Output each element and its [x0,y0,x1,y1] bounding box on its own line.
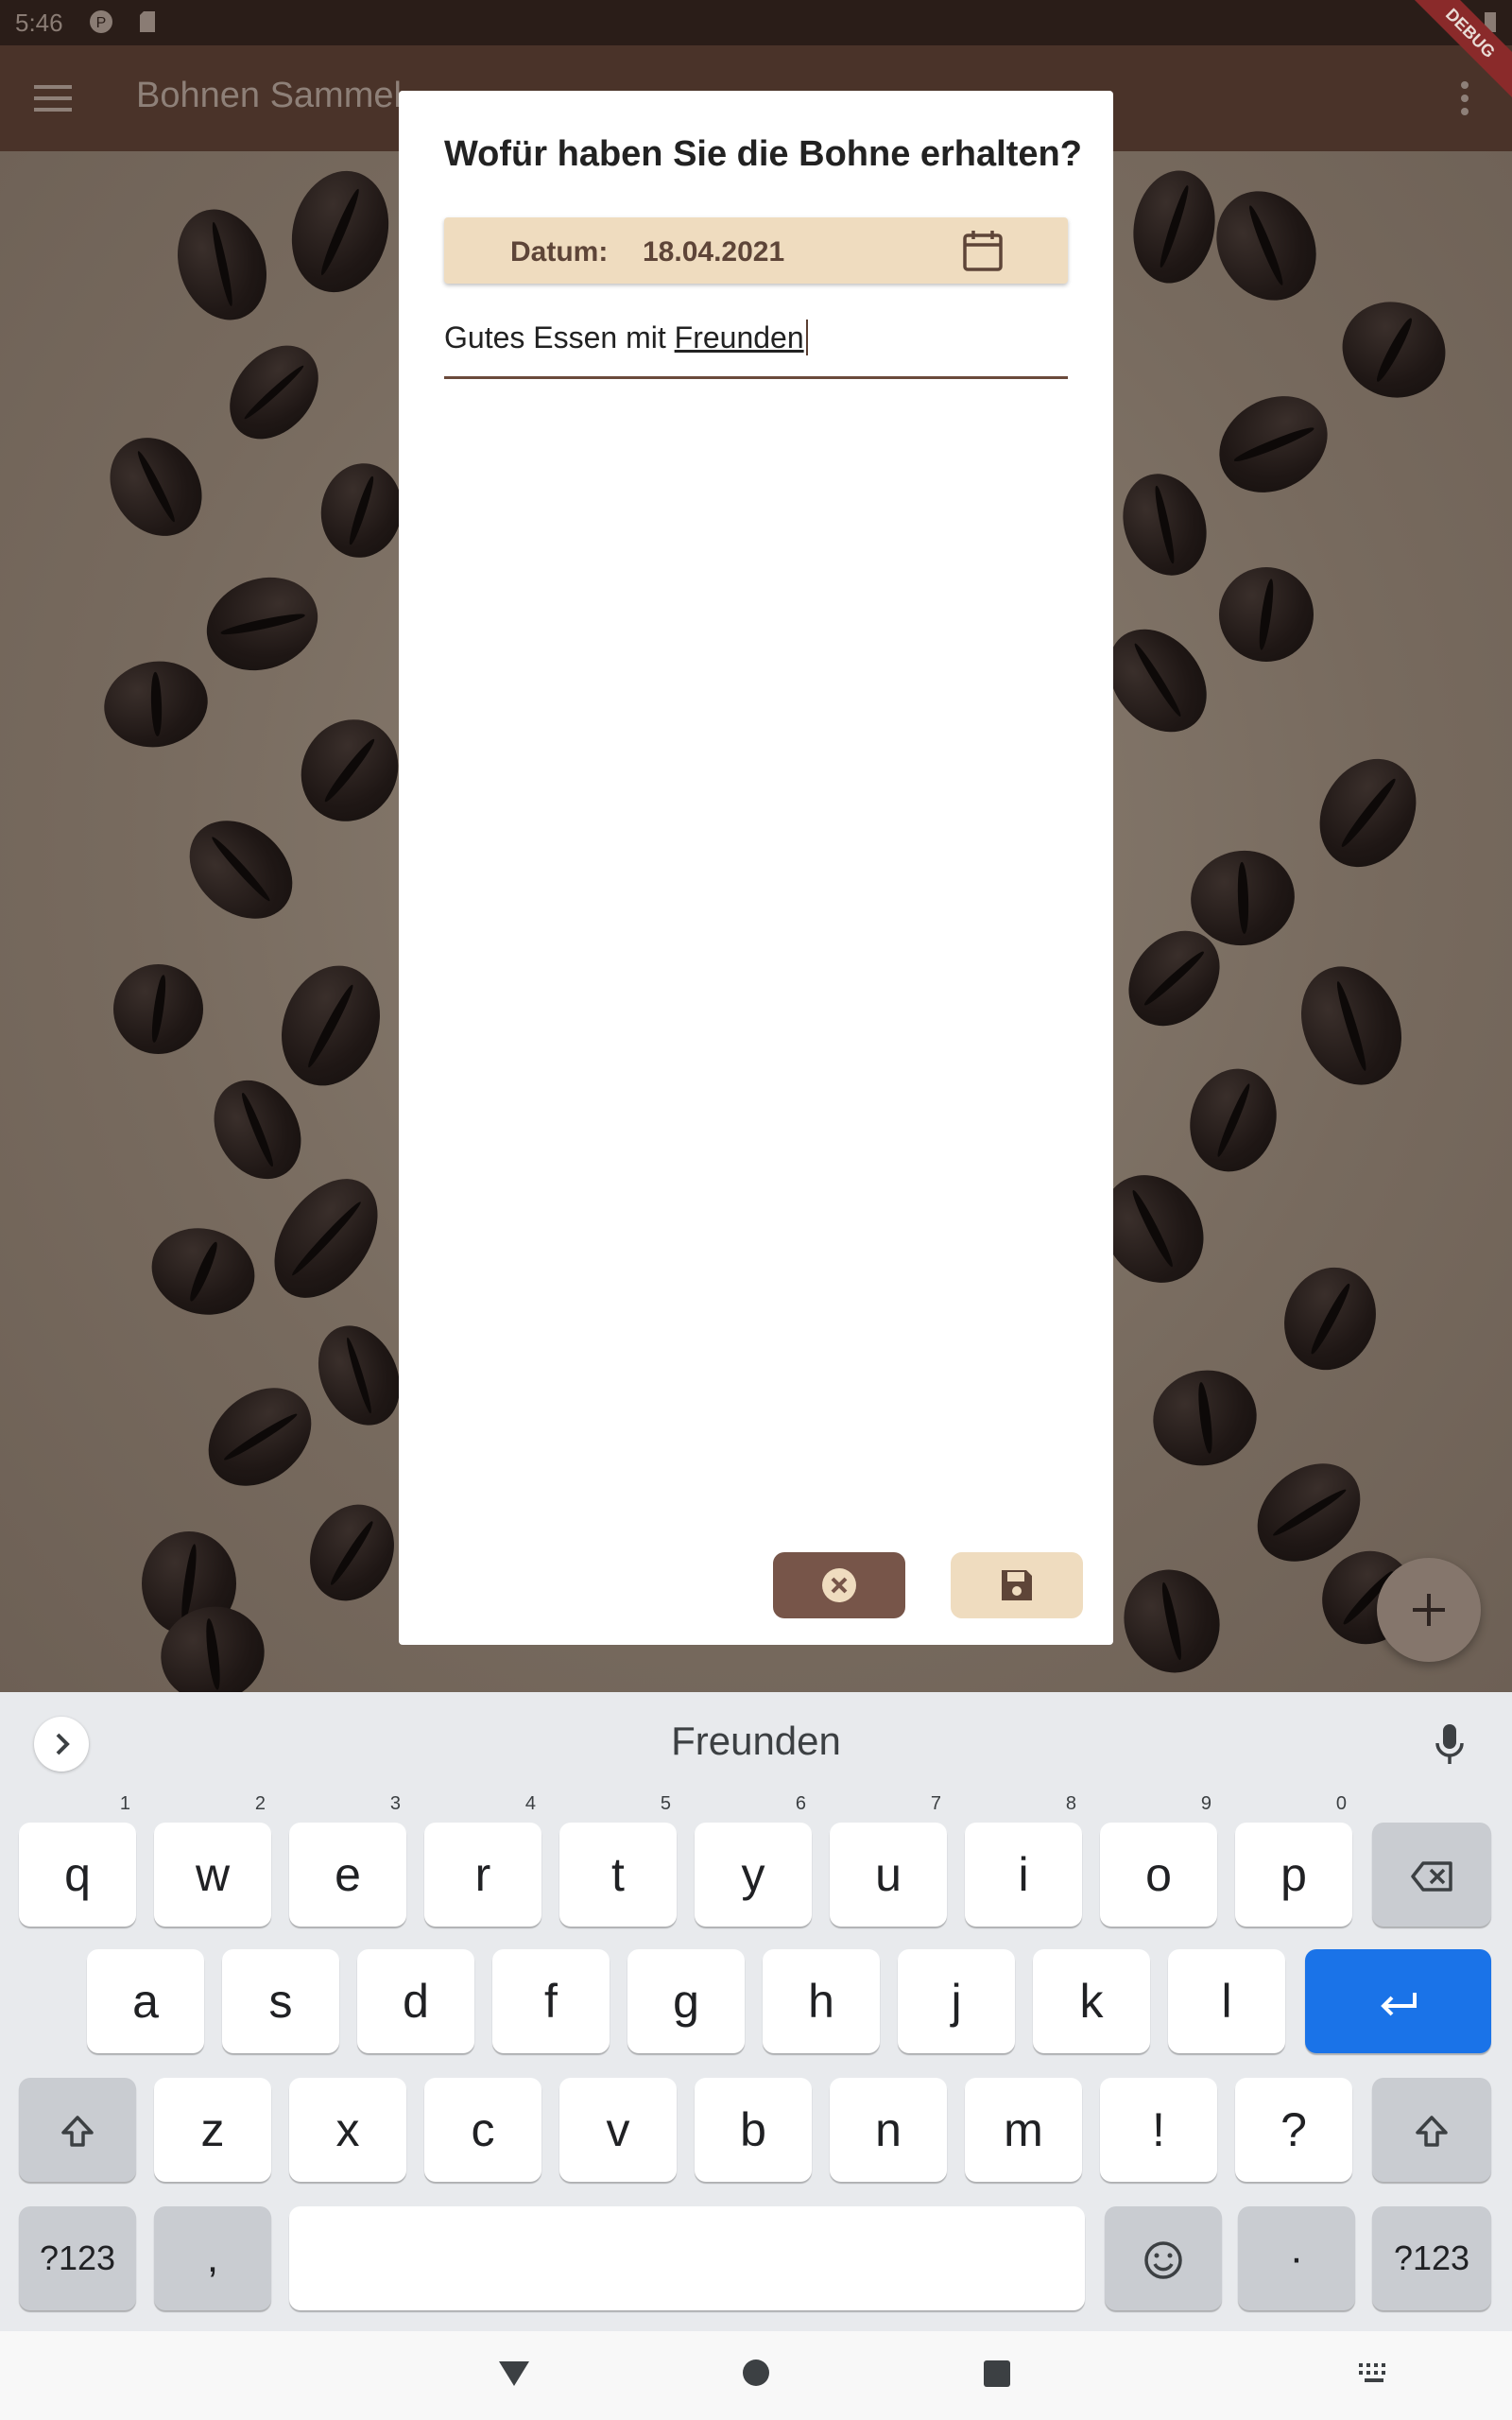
symbols-key-right[interactable]: ?123 [1372,2206,1491,2310]
reason-composing-word: Freunden [674,320,804,354]
enter-key[interactable] [1305,1949,1491,2053]
key-question[interactable]: ? [1235,2078,1352,2182]
key-i[interactable]: 8i [965,1794,1082,1927]
reason-text-field[interactable]: Gutes Essen mit Freunden [444,310,1068,379]
app-title: Bohnen Sammel [136,76,402,115]
emoji-key[interactable] [1105,2206,1222,2310]
key-u[interactable]: 7u [830,1794,947,1927]
bean-reason-dialog: Wofür haben Sie die Bohne erhalten? Datu… [399,91,1113,1645]
save-icon [1002,1570,1032,1600]
key-x[interactable]: x [289,2078,406,2182]
backspace-key[interactable] [1372,1823,1491,1927]
status-time: 5:46 [15,9,63,37]
shift-key-right[interactable] [1372,2078,1491,2182]
keyboard-switch-icon[interactable] [1357,2361,1391,2384]
key-exclamation[interactable]: ! [1100,2078,1217,2182]
key-z[interactable]: z [154,2078,271,2182]
status-bar: 5:46 P [0,0,1512,45]
key-j[interactable]: j [898,1949,1015,2053]
key-p[interactable]: 0p [1235,1794,1352,1927]
key-r[interactable]: 4r [424,1794,541,1927]
sd-card-icon [140,11,155,32]
period-key[interactable]: · [1238,2206,1355,2310]
date-value: 18.04.2021 [643,236,785,268]
soft-keyboard: Freunden 1q 2w 3e 4r 5t 6y 7u 8i 9o 0p a… [0,1692,1512,2331]
calendar-icon[interactable] [962,229,1004,272]
key-v[interactable]: v [559,2078,677,2182]
key-t[interactable]: 5t [559,1794,677,1927]
microphone-icon[interactable] [1431,1720,1469,1768]
text-cursor [805,320,808,355]
cancel-icon [822,1568,856,1602]
symbols-key-left[interactable]: ?123 [19,2206,136,2310]
save-button[interactable] [951,1552,1083,1618]
reason-text: Gutes Essen mit [444,320,675,354]
key-w[interactable]: 2w [154,1794,271,1927]
add-fab-button[interactable] [1377,1558,1481,1662]
cancel-button[interactable] [773,1552,905,1618]
key-c[interactable]: c [424,2078,541,2182]
system-nav-bar [0,2331,1512,2420]
key-q[interactable]: 1q [19,1794,136,1927]
key-m[interactable]: m [965,2078,1082,2182]
dialog-title: Wofür haben Sie die Bohne erhalten? [444,134,1082,174]
key-b[interactable]: b [695,2078,812,2182]
recents-icon[interactable] [983,2360,1011,2388]
more-options-icon[interactable] [1455,81,1474,119]
backspace-icon [1411,1861,1452,1893]
comma-key[interactable]: , [154,2206,271,2310]
menu-icon[interactable] [34,85,72,113]
date-picker-field[interactable]: Datum: 18.04.2021 [444,217,1068,284]
key-l[interactable]: l [1168,1949,1285,2053]
key-n[interactable]: n [830,2078,947,2182]
shift-key-left[interactable] [19,2078,136,2182]
emoji-icon [1144,2241,1182,2280]
key-d[interactable]: d [357,1949,474,2053]
space-key[interactable] [289,2206,1085,2310]
key-g[interactable]: g [627,1949,745,2053]
key-f[interactable]: f [492,1949,610,2053]
key-e[interactable]: 3e [289,1794,406,1927]
date-label: Datum: [510,236,609,268]
shift-icon [1416,2116,1448,2148]
key-h[interactable]: h [763,1949,880,2053]
key-o[interactable]: 9o [1100,1794,1217,1927]
notification-icon: P [90,10,112,33]
shift-icon [61,2116,94,2148]
svg-text:P: P [96,15,107,31]
key-k[interactable]: k [1033,1949,1150,2053]
key-a[interactable]: a [87,1949,204,2053]
enter-icon [1380,1992,1417,2016]
word-suggestion[interactable]: Freunden [0,1719,1512,1764]
back-icon[interactable] [497,2360,531,2388]
home-icon[interactable] [741,2358,771,2388]
key-y[interactable]: 6y [695,1794,812,1927]
key-s[interactable]: s [222,1949,339,2053]
